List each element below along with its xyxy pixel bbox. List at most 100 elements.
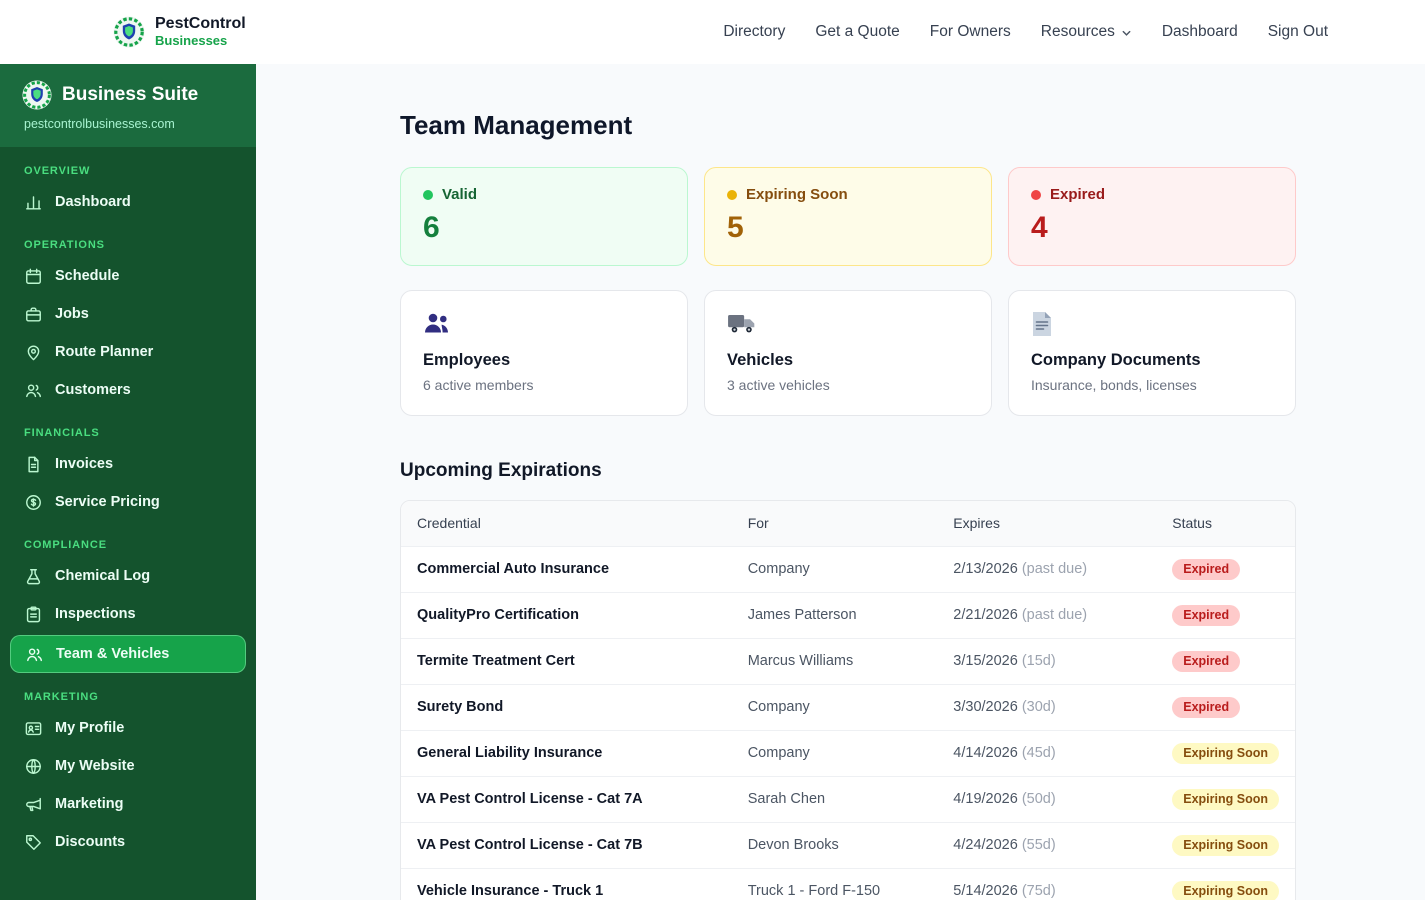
nav-sign-out[interactable]: Sign Out (1268, 23, 1328, 41)
table-row: QualityPro Certification James Patterson 2… (401, 592, 1295, 639)
nav-directory[interactable]: Directory (723, 23, 785, 41)
sidebar-item-discounts[interactable]: Discounts (0, 823, 256, 861)
sidebar-item-invoices[interactable]: Invoices (0, 445, 256, 483)
sidebar-item-label: Inspections (55, 606, 136, 622)
stat-label: Expired (1050, 186, 1106, 203)
sidebar-section-label-compliance: COMPLIANCE (24, 539, 107, 551)
sidebar-item-service-pricing[interactable]: Service Pricing (0, 483, 256, 521)
expires-note: (45d) (1021, 745, 1056, 761)
globe-icon (24, 757, 43, 776)
cell-credential: Termite Treatment Cert (401, 638, 732, 685)
nav-for-owners[interactable]: For Owners (930, 23, 1011, 41)
sidebar-item-route-planner[interactable]: Route Planner (0, 333, 256, 371)
expires-note: (50d) (1021, 791, 1056, 807)
card-employees[interactable]: Employees 6 active members (400, 290, 688, 416)
sidebar-section-label-marketing: MARKETING (24, 691, 99, 703)
nav-label: Directory (723, 23, 786, 40)
sidebar-nav: OVERVIEW Dashboard OPERATIONS Schedule Jobs R… (0, 165, 256, 861)
cell-expires: 2/21/2026 (past due) (937, 592, 1157, 639)
card-company-documents[interactable]: Company Documents Insurance, bonds, licen… (1008, 290, 1296, 416)
nav-label: For Owners (929, 23, 1011, 40)
status-badge: Expiring Soon (1172, 835, 1279, 856)
cell-status: Expiring Soon (1156, 868, 1295, 900)
flask-icon (24, 567, 43, 586)
brand[interactable]: PestControl Businesses (113, 15, 246, 48)
chevron-down-icon (1121, 28, 1132, 39)
sidebar-title: Business Suite (62, 84, 199, 105)
cell-credential: VA Pest Control License - Cat 7A (401, 776, 732, 823)
card-vehicles[interactable]: Vehicles 3 active vehicles (704, 290, 992, 416)
cell-status: Expiring Soon (1156, 776, 1295, 823)
cell-for: Company (731, 546, 938, 593)
cell-for: Company (731, 730, 938, 777)
card-subtitle: Insurance, bonds, licenses (1031, 377, 1197, 393)
brand-name: PestControl (155, 15, 246, 33)
sidebar: Business Suite pestcontrolbusinesses.com… (0, 64, 256, 900)
sidebar-item-label: My Website (55, 758, 135, 774)
sidebar-item-label: Dashboard (55, 194, 131, 210)
expires-note: (15d) (1021, 653, 1056, 669)
expires-date: 2/13/2026 (953, 561, 1018, 577)
company-doc-icon (1031, 311, 1061, 337)
stat-card-expired: Expired 4 (1008, 167, 1296, 266)
map-pin-icon (24, 343, 43, 362)
stat-value: 4 (1031, 211, 1048, 244)
sidebar-header: Business Suite pestcontrolbusinesses.com (0, 64, 256, 147)
cell-status: Expired (1156, 592, 1295, 639)
sidebar-item-my-website[interactable]: My Website (0, 747, 256, 785)
expires-note: (75d) (1021, 883, 1056, 899)
nav-dashboard[interactable]: Dashboard (1162, 23, 1238, 41)
sidebar-item-my-profile[interactable]: My Profile (0, 709, 256, 747)
sidebar-item-chemical-log[interactable]: Chemical Log (0, 557, 256, 595)
sidebar-item-inspections[interactable]: Inspections (0, 595, 256, 633)
sidebar-item-team-vehicles[interactable]: Team & Vehicles (10, 635, 246, 673)
sidebar-item-label: Customers (55, 382, 131, 398)
nav-label: Sign Out (1267, 23, 1328, 40)
card-subtitle: 3 active vehicles (727, 377, 830, 393)
stat-head: Expired (1031, 186, 1273, 203)
sidebar-item-customers[interactable]: Customers (0, 371, 256, 409)
expires-note: (past due) (1021, 607, 1088, 623)
brand-text: PestControl Businesses (155, 15, 246, 48)
cell-credential: VA Pest Control License - Cat 7B (401, 822, 732, 869)
nav-get-a-quote[interactable]: Get a Quote (815, 23, 899, 41)
sidebar-item-label: Invoices (55, 456, 114, 472)
pestcontrol-logo-icon (113, 16, 145, 48)
sidebar-item-dashboard[interactable]: Dashboard (0, 183, 256, 221)
sidebar-item-marketing[interactable]: Marketing (0, 785, 256, 823)
table-row: VA Pest Control License - Cat 7B Devon Br… (401, 822, 1295, 869)
expires-date: 3/30/2026 (953, 699, 1018, 715)
sidebar-item-label: My Profile (55, 720, 125, 736)
sidebar-item-jobs[interactable]: Jobs (0, 295, 256, 333)
sidebar-item-label: Marketing (55, 796, 124, 812)
sidebar-item-label: Route Planner (55, 344, 154, 360)
cell-for: Devon Brooks (731, 822, 938, 869)
table-row: General Liability Insurance Company 4/14/2… (401, 730, 1295, 777)
column-header-status: Status (1156, 501, 1295, 547)
team-icon (25, 645, 44, 664)
card-title: Company Documents (1031, 351, 1201, 369)
expires-date: 5/14/2026 (953, 883, 1018, 899)
sidebar-item-label: Chemical Log (55, 568, 151, 584)
sidebar-item-schedule[interactable]: Schedule (0, 257, 256, 295)
cell-expires: 3/30/2026 (30d) (937, 684, 1157, 731)
card-title: Vehicles (727, 351, 794, 369)
brand-subname: Businesses (155, 32, 228, 48)
cell-expires: 2/13/2026 (past due) (937, 546, 1157, 593)
cell-expires: 4/14/2026 (45d) (937, 730, 1157, 777)
expires-date: 4/14/2026 (953, 745, 1018, 761)
table-row: Surety Bond Company 3/30/2026 (30d) Expired (401, 684, 1295, 731)
header-nav: Directory Get a Quote For Owners Resources D… (723, 23, 1328, 41)
cell-expires: 4/24/2026 (55d) (937, 822, 1157, 869)
cell-for: Marcus Williams (731, 638, 938, 685)
sidebar-item-label: Service Pricing (55, 494, 160, 510)
expires-date: 2/21/2026 (953, 607, 1018, 623)
megaphone-icon (24, 795, 43, 814)
table-row: Vehicle Insurance - Truck 1 Truck 1 - For… (401, 868, 1295, 900)
users-icon (24, 381, 43, 400)
stat-head: Expiring Soon (727, 186, 969, 203)
expires-date: 4/19/2026 (953, 791, 1018, 807)
status-badge: Expiring Soon (1172, 743, 1279, 764)
nav-resources[interactable]: Resources (1041, 23, 1132, 41)
dollar-icon (24, 493, 43, 512)
